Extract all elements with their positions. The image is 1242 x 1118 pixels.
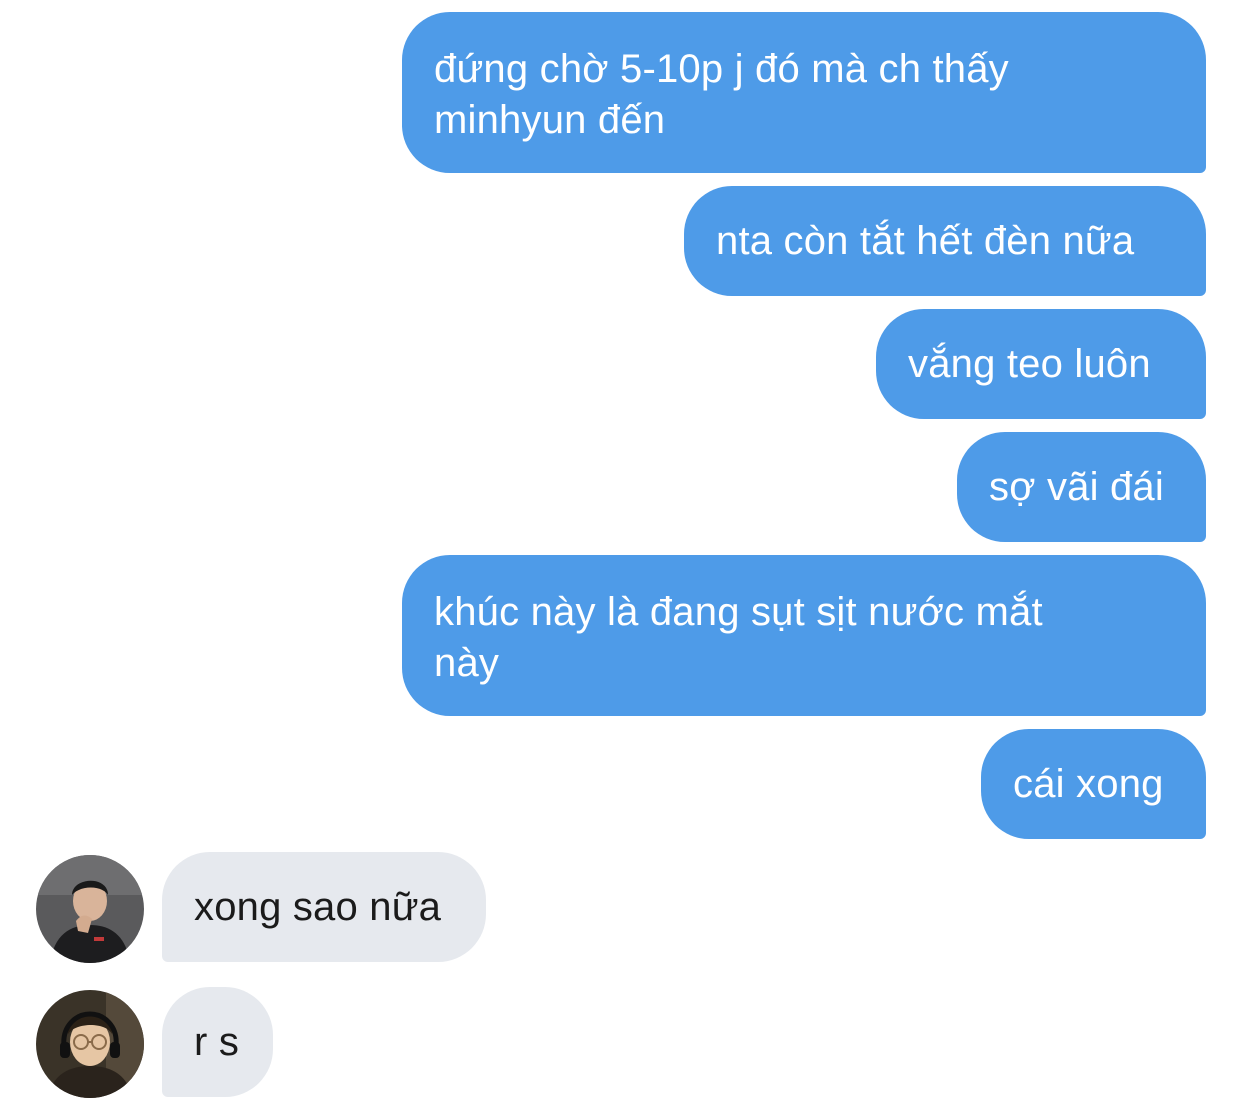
message-text: sợ vãi đái <box>989 464 1164 509</box>
avatar[interactable] <box>36 855 144 963</box>
avatar[interactable] <box>36 990 144 1098</box>
message-bubble-incoming[interactable]: r s <box>162 987 273 1097</box>
message-text: nta còn tắt hết đèn nữa <box>716 218 1135 263</box>
message-bubble-outgoing[interactable]: khúc này là đang sụt sịt nước mắt này <box>402 555 1206 716</box>
message-text: khúc này là đang sụt sịt nước mắt này <box>434 589 1043 685</box>
message-text: r s <box>194 1019 240 1064</box>
message-bubble-outgoing[interactable]: cái xong <box>981 729 1206 839</box>
message-text: vắng teo luôn <box>908 341 1151 386</box>
message-bubble-outgoing[interactable]: sợ vãi đái <box>957 432 1206 542</box>
message-bubble-outgoing[interactable]: nta còn tắt hết đèn nữa <box>684 186 1206 296</box>
message-text: đứng chờ 5-10p j đó mà ch thấy minhyun đ… <box>434 46 1009 142</box>
profile-photo-person-dark-jacket-icon <box>36 855 144 963</box>
message-text: cái xong <box>1013 761 1164 806</box>
message-bubble-outgoing[interactable]: đứng chờ 5-10p j đó mà ch thấy minhyun đ… <box>402 12 1206 173</box>
message-bubble-outgoing[interactable]: vắng teo luôn <box>876 309 1206 419</box>
profile-photo-person-glasses-headphones-icon <box>36 990 144 1098</box>
message-text: xong sao nữa <box>194 884 442 929</box>
message-bubble-incoming[interactable]: xong sao nữa <box>162 852 486 962</box>
